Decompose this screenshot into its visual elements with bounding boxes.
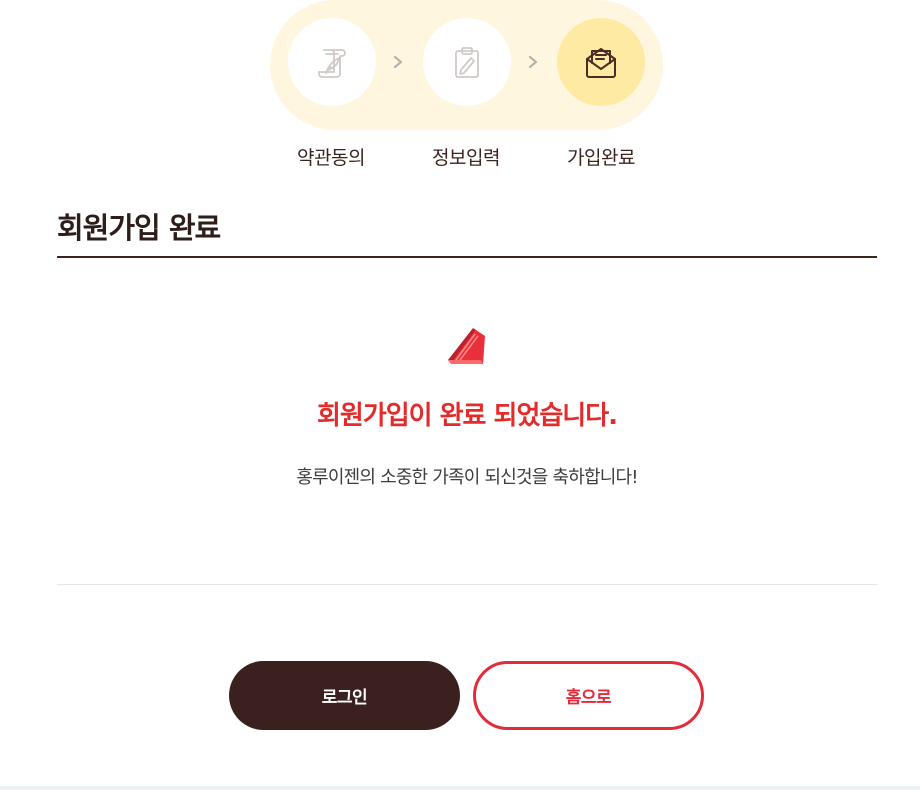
login-button[interactable]: 로그인 bbox=[229, 661, 460, 730]
home-button[interactable]: 홈으로 bbox=[473, 661, 704, 730]
envelope-letter-icon bbox=[586, 48, 616, 78]
step-label-terms: 약관동의 bbox=[297, 147, 365, 169]
signup-steps-indicator bbox=[270, 0, 663, 130]
chevron-right-icon bbox=[526, 50, 540, 74]
chevron-right-icon bbox=[391, 50, 405, 74]
step-label-info: 정보입력 bbox=[432, 147, 500, 169]
step-info-circle bbox=[423, 18, 511, 106]
step-label-complete: 가입완료 bbox=[567, 147, 635, 169]
page-title: 회원가입 완료 bbox=[57, 211, 221, 245]
step-complete-circle bbox=[557, 18, 645, 106]
login-button-label: 로그인 bbox=[321, 688, 368, 708]
completion-message: 홍루이젠의 소중한 가족이 되신것을 축하합니다! bbox=[296, 467, 638, 488]
scroll-quill-icon bbox=[318, 49, 346, 78]
content-divider bbox=[57, 584, 877, 585]
footer-edge bbox=[0, 786, 920, 790]
red-cake-slice-icon bbox=[448, 328, 485, 364]
clipboard-pen-icon bbox=[455, 47, 479, 78]
home-button-label: 홈으로 bbox=[565, 688, 612, 708]
step-terms-circle bbox=[288, 18, 376, 106]
completion-headline: 회원가입이 완료 되었습니다. bbox=[316, 401, 618, 431]
title-divider bbox=[57, 256, 877, 258]
